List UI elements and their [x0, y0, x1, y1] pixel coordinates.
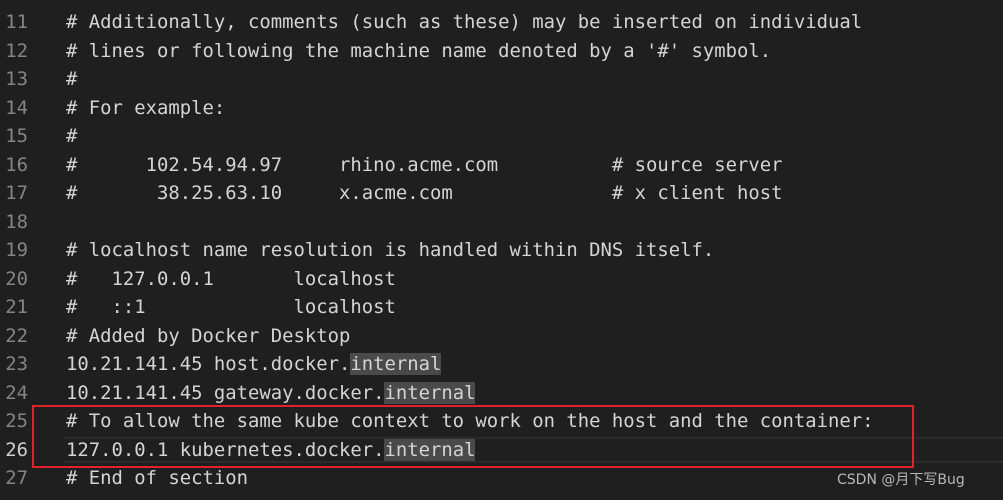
line-number: 13 — [5, 68, 28, 90]
line-text[interactable]: 10.21.141.45 gateway.docker.internal — [66, 379, 1003, 408]
highlight-box-annotation — [32, 405, 914, 468]
code-line[interactable]: 22 # Added by Docker Desktop — [0, 322, 1003, 351]
code-text: # Added by Docker Desktop — [66, 324, 351, 347]
code-line[interactable]: 14 # For example: — [0, 94, 1003, 123]
code-line[interactable]: 15 # — [0, 122, 1003, 151]
code-line[interactable]: 16 # 102.54.94.97 rhino.acme.com # source… — [0, 151, 1003, 180]
line-text[interactable]: # lines or following the machine name de… — [66, 37, 1003, 66]
code-text: # lines or following the machine name de… — [66, 39, 772, 62]
line-number: 22 — [5, 324, 28, 347]
code-line[interactable]: 21 # ::1 localhost — [0, 293, 1003, 322]
code-text: # — [66, 125, 78, 147]
line-text[interactable]: # 102.54.94.97 rhino.acme.com # source s… — [66, 151, 1003, 180]
code-text: # — [66, 68, 78, 90]
line-text[interactable]: # 38.25.63.10 x.acme.com # x client host — [66, 179, 1003, 208]
code-text: # ::1 localhost — [66, 296, 396, 318]
line-number: 14 — [5, 96, 28, 119]
code-text: # End of section — [66, 467, 248, 489]
line-number: 23 — [5, 353, 28, 375]
line-text[interactable]: # Added by Docker Desktop — [66, 322, 1003, 351]
line-number: 16 — [5, 153, 28, 176]
code-text: 10.21.141.45 host.docker. — [66, 353, 351, 375]
line-text[interactable]: # — [66, 122, 1003, 151]
line-text[interactable]: # — [66, 65, 1003, 94]
code-text: # 102.54.94.97 rhino.acme.com # source s… — [66, 153, 783, 176]
watermark: CSDN @月下写Bug — [837, 472, 965, 488]
code-text: # Additionally, comments (such as these)… — [66, 11, 863, 33]
line-number: 25 — [5, 410, 28, 432]
code-text: # localhost name resolution is handled w… — [66, 239, 715, 261]
search-match-highlight: internal — [350, 353, 442, 375]
line-number: 27 — [5, 467, 28, 489]
search-match-highlight: internal — [384, 381, 476, 404]
line-text[interactable]: 10.21.141.45 host.docker.internal — [66, 350, 1003, 379]
code-text: 10.21.141.45 gateway.docker. — [66, 381, 385, 404]
line-number: 24 — [5, 381, 28, 404]
code-line[interactable]: 13 # — [0, 65, 1003, 94]
code-text: # 127.0.0.1 localhost — [66, 267, 396, 290]
line-text[interactable]: # For example: — [66, 94, 1003, 123]
line-number: 26 — [5, 438, 28, 461]
line-number: 21 — [5, 296, 28, 318]
line-text[interactable]: # Additionally, comments (such as these)… — [66, 8, 1003, 37]
code-line[interactable]: 19 # localhost name resolution is handled… — [0, 236, 1003, 265]
code-text: # For example: — [66, 96, 226, 119]
line-number: 11 — [5, 11, 28, 33]
code-line[interactable]: 11 # Additionally, comments (such as thes… — [0, 8, 1003, 37]
line-number: 15 — [5, 125, 28, 147]
code-line[interactable]: 23 10.21.141.45 host.docker.internal — [0, 350, 1003, 379]
code-line[interactable]: 24 10.21.141.45 gateway.docker.internal — [0, 379, 1003, 408]
code-text: # 38.25.63.10 x.acme.com # x client host — [66, 182, 783, 204]
line-text[interactable]: # 127.0.0.1 localhost — [66, 265, 1003, 294]
line-text[interactable]: # localhost name resolution is handled w… — [66, 236, 1003, 265]
code-line[interactable]: 18 — [0, 208, 1003, 237]
line-number: 18 — [5, 210, 28, 233]
line-text[interactable]: # ::1 localhost — [66, 293, 1003, 322]
line-number: 19 — [5, 239, 28, 261]
line-number: 12 — [5, 39, 28, 62]
line-number: 17 — [5, 182, 28, 204]
code-line[interactable]: 12 # lines or following the machine name … — [0, 37, 1003, 66]
code-line[interactable]: 20 # 127.0.0.1 localhost — [0, 265, 1003, 294]
line-number: 20 — [5, 267, 28, 290]
code-line[interactable]: 17 # 38.25.63.10 x.acme.com # x client ho… — [0, 179, 1003, 208]
